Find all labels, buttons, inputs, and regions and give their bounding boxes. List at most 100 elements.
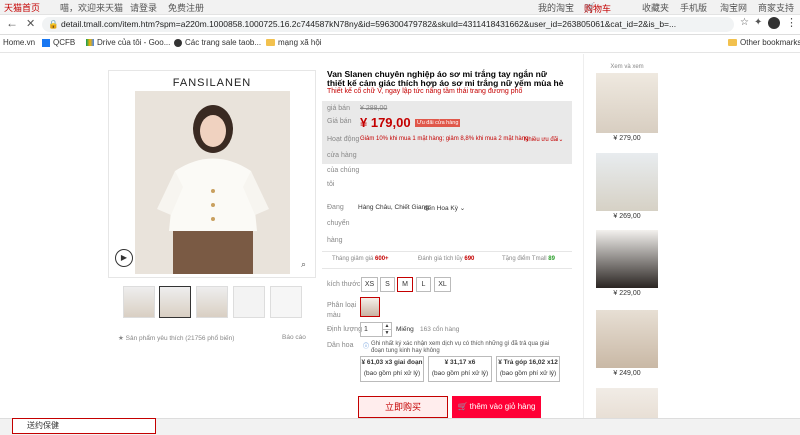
original-price: ¥ 288,00 — [360, 105, 388, 112]
tmall-home-link[interactable]: 天猫首页 — [4, 1, 40, 14]
installment-amount: ¥ 31,17 x6 — [444, 359, 476, 366]
other-bookmarks-label: Other bookmarks — [740, 38, 800, 47]
star-icon[interactable]: ☆ — [740, 17, 749, 28]
installment-option[interactable]: ¥ 31,17 x6 (bao gồm phí xử lý) — [428, 356, 492, 382]
shipping-label: hàng — [327, 237, 343, 244]
cart-label: 购物车 — [584, 4, 612, 14]
sidebar-title: Xem và xem — [610, 64, 644, 70]
back-icon[interactable]: ← — [6, 16, 18, 30]
stat-reviews: Đánh giá tích lũy 690 — [418, 256, 474, 262]
size-option-xl[interactable]: XL — [434, 277, 451, 292]
color-label: màu — [327, 312, 341, 319]
thumbnail[interactable] — [270, 286, 302, 318]
promo-more[interactable]: Nhiều ưu đãi⌄ — [524, 136, 563, 143]
size-option-m[interactable]: M — [397, 277, 413, 292]
play-video-button[interactable]: ▶ — [115, 249, 133, 267]
thumbnail-selected[interactable] — [159, 286, 191, 318]
register-link[interactable]: 免费注册 — [168, 1, 204, 14]
quantity-decrease-button[interactable]: ▼ — [382, 329, 392, 337]
folder-icon — [266, 39, 275, 46]
size-option-xs[interactable]: XS — [361, 277, 378, 292]
url-text: detail.tmall.com/item.htm?spm=a220m.1000… — [60, 19, 677, 29]
installment-amount: ¥ 61,03 x3 giai đoạn — [361, 359, 423, 366]
buy-now-button[interactable]: 立即购买 — [358, 396, 448, 418]
installment-option[interactable]: ¥ Trả góp 16,02 x12 (bao gồm phí xử lý) — [496, 356, 560, 382]
lock-icon: 🔒 — [48, 19, 59, 29]
stat-label: Tặng điểm Tmall — [502, 256, 547, 262]
report-link[interactable]: Báo cáo — [282, 334, 306, 341]
original-price-label: giá bán — [327, 105, 350, 112]
taobao-link[interactable]: 淘宝网 — [720, 1, 747, 14]
thumbnail[interactable] — [123, 286, 155, 318]
stat-value: 600+ — [375, 256, 389, 262]
bookmark-item[interactable]: Drive của tôi - Goo... — [86, 38, 170, 47]
bookmark-label: Drive của tôi - Goo... — [97, 38, 171, 47]
stat-points: Tặng điểm Tmall 89 — [502, 256, 555, 262]
stat-value: 89 — [548, 256, 555, 262]
size-option-l[interactable]: L — [416, 277, 431, 292]
model-illustration — [135, 91, 290, 274]
recommended-price[interactable]: ¥ 249,00 — [596, 370, 658, 377]
menu-icon[interactable]: ⋮ — [786, 16, 797, 29]
recommended-product-image[interactable] — [596, 230, 658, 288]
bookmark-item[interactable]: QCFB — [42, 38, 75, 47]
installment-fee: (bao gồm phí xử lý) — [499, 370, 557, 377]
bookmark-label: mạng xã hội — [278, 38, 322, 47]
size-option-s[interactable]: S — [380, 277, 395, 292]
stat-monthly-sales: Tháng giảm giá 600+ — [332, 256, 389, 262]
promo-text: Giảm 10% khi mua 1 mặt hàng; giảm 8,8% k… — [360, 136, 529, 142]
stock-text: 163 cổn hàng — [420, 326, 460, 333]
extensions-icon[interactable]: ✦ — [754, 17, 762, 28]
quantity-unit: Miếng — [396, 326, 414, 333]
ship-to-select[interactable]: đến Hoa Kỳ ⌄ — [424, 204, 465, 212]
star-icon: ★ — [118, 335, 126, 342]
installment-fee: (bao gồm phí xử lý) — [431, 370, 489, 377]
merchant-link[interactable]: 商家支持 — [758, 1, 794, 14]
bottom-search-input[interactable]: 送约保健 — [12, 418, 156, 434]
installment-label: Dân hoa — [327, 342, 354, 349]
bookmark-label: Các trang sale taob... — [185, 38, 262, 47]
bottom-search-text: 送约保健 — [27, 421, 59, 430]
globe-icon — [174, 38, 182, 47]
bookmark-item[interactable]: Home.vn — [3, 38, 35, 47]
color-swatch[interactable] — [360, 297, 380, 317]
bookmark-item[interactable]: Các trang sale taob... — [174, 38, 261, 47]
sidebar-divider — [583, 54, 584, 434]
tmall-top-bar: 天猫首页 喵，欢迎来天猫 请登录 免费注册 我的淘宝 🛒 购物车 收藏夹 手机版 … — [0, 0, 800, 15]
recommended-product-image[interactable] — [596, 310, 658, 368]
recommended-price[interactable]: ¥ 229,00 — [596, 290, 658, 297]
stat-label: Đánh giá tích lũy — [418, 256, 463, 262]
bookmarks-bar: Home.vn QCFB Drive của tôi - Goo... Các … — [0, 35, 800, 53]
mobile-link[interactable]: 手机版 — [680, 1, 707, 14]
login-link[interactable]: 请登录 — [130, 1, 157, 14]
main-product-image[interactable]: FANSILANEN ▶ ⌕ — [108, 70, 316, 278]
stat-value: 690 — [464, 256, 475, 262]
profile-avatar[interactable] — [768, 17, 780, 29]
favorite-link[interactable]: ★ Sản phẩm yêu thích (21756 phổ biến) — [118, 334, 234, 342]
installment-note: Ghi nhất ký xác nhận xem dịch vụ có thíc… — [371, 341, 550, 354]
my-taobao-link[interactable]: 我的淘宝 — [538, 1, 574, 14]
zoom-icon[interactable]: ⌕ — [301, 259, 306, 270]
recommended-product-image[interactable] — [596, 73, 658, 133]
other-bookmarks[interactable]: Other bookmarks — [728, 38, 800, 47]
address-bar[interactable]: 🔒 detail.tmall.com/item.htm?spm=a220m.10… — [42, 17, 734, 32]
recommended-price[interactable]: ¥ 279,00 — [596, 135, 658, 142]
greeting-text: 喵，欢迎来天猫 — [60, 3, 124, 13]
shipping-label: chuyển — [327, 220, 350, 227]
product-photo — [135, 91, 290, 274]
installment-option[interactable]: ¥ 61,03 x3 giai đoạn (bao gồm phí xử lý) — [360, 356, 424, 382]
stop-icon[interactable]: ✕ — [26, 17, 35, 30]
recommended-product-image[interactable] — [596, 153, 658, 211]
chevron-down-icon: ⌄ — [558, 137, 564, 143]
favorite-text: Sản phẩm yêu thích (21756 phổ biến) — [125, 335, 235, 342]
add-to-cart-button[interactable]: 🛒 thêm vào giỏ hàng — [452, 396, 541, 418]
favorites-link[interactable]: 收藏夹 — [642, 1, 669, 14]
browser-toolbar: ← ✕ 🔒 detail.tmall.com/item.htm?spm=a220… — [0, 15, 800, 35]
quantity-label: Định lượng — [327, 326, 362, 333]
installment-amount: ¥ Trả góp 16,02 x12 — [498, 359, 558, 366]
thumbnail[interactable] — [196, 286, 228, 318]
recommended-price[interactable]: ¥ 269,00 — [596, 213, 658, 220]
thumbnail[interactable] — [233, 286, 265, 318]
bookmark-item[interactable]: mạng xã hội — [266, 38, 322, 47]
quantity-input[interactable]: 1 — [360, 322, 383, 337]
